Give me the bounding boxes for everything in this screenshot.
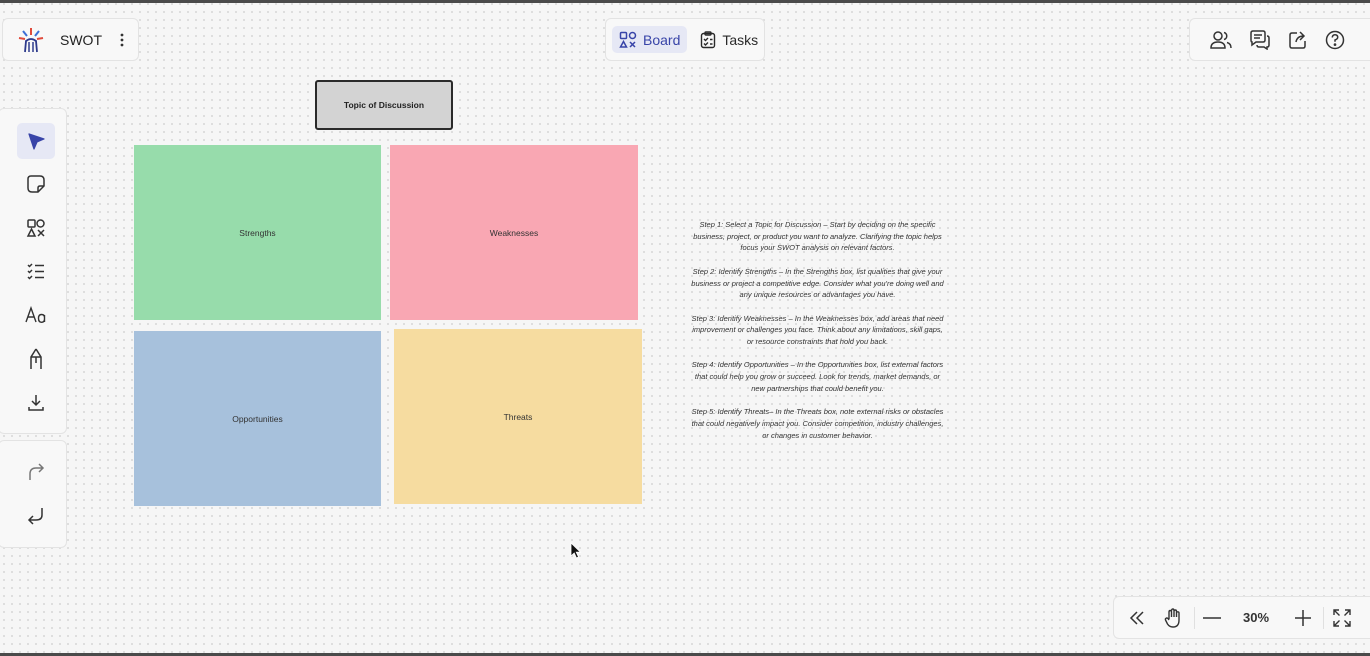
help-icon[interactable]	[1325, 30, 1345, 50]
download-icon	[27, 394, 45, 412]
comments-icon[interactable]	[1249, 29, 1271, 50]
zoom-out-icon	[1203, 616, 1221, 619]
step-1: Step 1: Select a Topic for Discussion – …	[693, 220, 942, 253]
text-icon	[25, 306, 47, 324]
tasks-clipboard-icon	[700, 30, 716, 49]
strengths-quadrant[interactable]: Strengths	[134, 145, 381, 320]
share-icon[interactable]	[1288, 30, 1308, 50]
undo-button[interactable]	[17, 498, 55, 534]
pen-tool[interactable]	[17, 341, 55, 377]
redo-button[interactable]	[17, 454, 55, 490]
fit-screen-icon	[1333, 608, 1351, 627]
tab-tasks[interactable]: Tasks	[693, 26, 765, 53]
shapes-tool[interactable]	[17, 210, 55, 246]
text-tool[interactable]	[17, 297, 55, 333]
board-icon	[619, 31, 637, 49]
hand-tool-button[interactable]	[1160, 607, 1186, 628]
redo-icon	[27, 463, 45, 481]
zoom-out-button[interactable]	[1195, 616, 1229, 619]
history-controls	[0, 440, 67, 548]
step-4: Step 4: Identify Opportunities – In the …	[691, 360, 944, 393]
threats-quadrant[interactable]: Threats	[394, 329, 642, 504]
undo-icon	[27, 507, 45, 525]
opportunities-label: Opportunities	[232, 413, 283, 424]
pen-icon	[27, 348, 45, 370]
view-tabs: Board Tasks	[605, 18, 765, 61]
users-icon[interactable]	[1210, 30, 1232, 50]
sticky-note-icon	[26, 174, 46, 194]
checklist-tool[interactable]	[17, 253, 55, 289]
tab-board[interactable]: Board	[612, 26, 688, 53]
fit-screen-button[interactable]	[1324, 608, 1360, 627]
collapse-button[interactable]	[1114, 610, 1160, 625]
threats-label: Threats	[503, 411, 533, 422]
collab-actions	[1189, 18, 1370, 61]
step-3: Step 3: Identify Weaknesses – In the Wea…	[691, 313, 944, 346]
more-options-icon[interactable]	[120, 33, 124, 47]
doc-header: SWOT	[2, 18, 139, 61]
zoom-level[interactable]: 30%	[1229, 610, 1283, 625]
doc-title[interactable]: SWOT	[60, 32, 102, 48]
collapse-icon	[1129, 610, 1145, 625]
window-top-edge	[0, 0, 1370, 3]
mouse-cursor-icon	[570, 542, 582, 559]
sticky-note-tool[interactable]	[17, 166, 55, 202]
weaknesses-quadrant[interactable]: Weaknesses	[390, 145, 638, 320]
step-2: Step 2: Identify Strengths – In the Stre…	[691, 266, 944, 300]
tab-tasks-label: Tasks	[722, 31, 759, 48]
zoom-controls: 30%	[1113, 596, 1370, 639]
select-tool[interactable]	[17, 123, 55, 159]
select-pointer-icon	[26, 131, 46, 151]
weaknesses-label: Weaknesses	[489, 227, 539, 238]
zoom-in-icon	[1295, 609, 1311, 626]
tab-board-label: Board	[643, 31, 681, 48]
download-tool[interactable]	[17, 385, 55, 421]
shapes-icon	[26, 218, 46, 238]
topic-box[interactable]: Topic of Discussion	[315, 80, 453, 130]
opportunities-quadrant[interactable]: Opportunities	[134, 331, 381, 506]
hand-icon	[1164, 607, 1182, 628]
step-5: Step 5: Identify Threats– In the Threats…	[691, 407, 944, 440]
instructions-text[interactable]: Step 1: Select a Topic for Discussion – …	[690, 219, 945, 453]
zoom-in-button[interactable]	[1283, 609, 1323, 626]
app-logo-icon	[16, 25, 46, 55]
strengths-label: Strengths	[239, 227, 276, 238]
tool-palette	[0, 108, 67, 434]
checklist-icon	[26, 262, 46, 280]
